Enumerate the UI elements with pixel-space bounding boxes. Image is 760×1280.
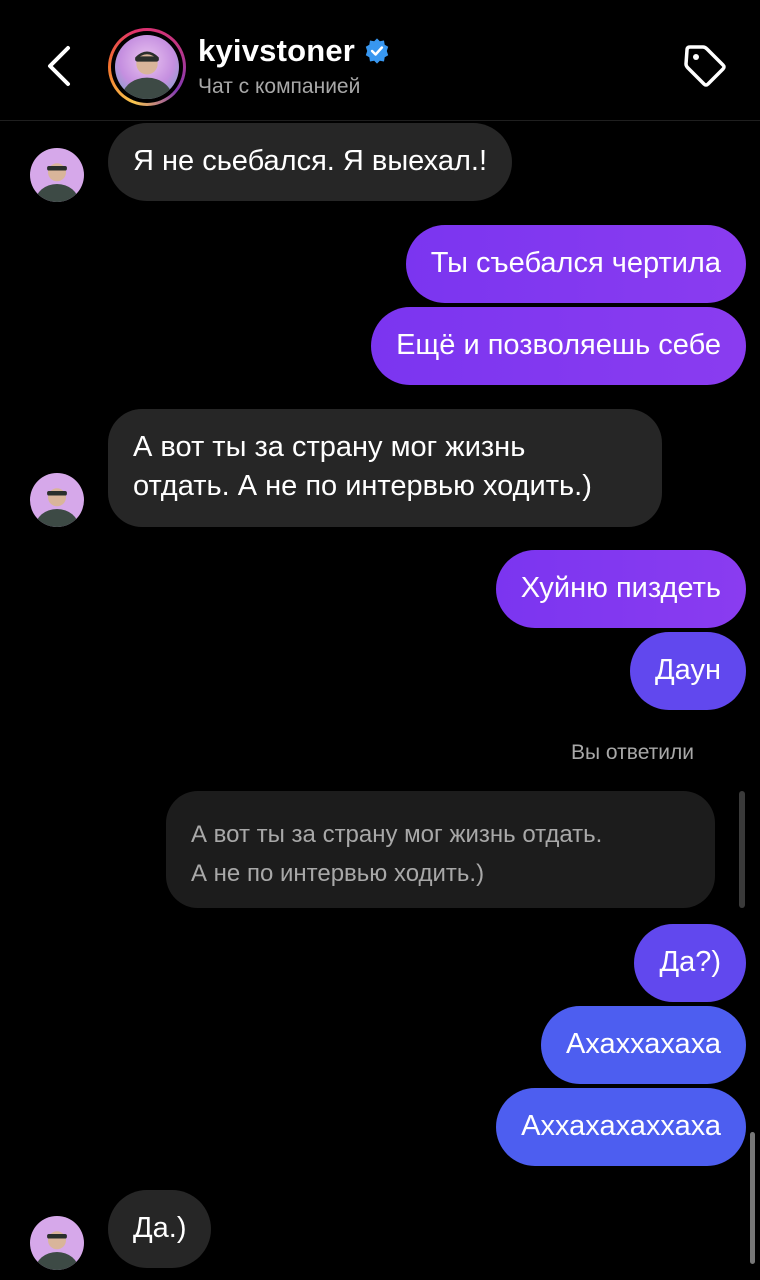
quote-indicator-bar <box>739 791 745 908</box>
message-text: Да?) <box>659 946 721 978</box>
message-text-line: А вот ты за страну мог жизнь <box>133 431 526 463</box>
message-text: Я не сьебался. Я выехал.! <box>133 145 488 177</box>
message-text: Хуйню пиздеть <box>520 572 721 604</box>
chat-title-block[interactable]: kyivstoner Чат с компанией <box>198 31 391 99</box>
chevron-left-icon <box>48 46 70 86</box>
reply-label: Вы ответили <box>571 741 695 764</box>
message-bubble-incoming[interactable]: Да.) <box>108 1190 212 1268</box>
message-bubble-outgoing[interactable]: Ты съебался чертила <box>405 225 746 303</box>
message-text: Даун <box>655 654 721 686</box>
chat-username: kyivstoner <box>198 33 356 68</box>
message-text: Да.) <box>133 1212 187 1244</box>
message-text: Ты съебался чертила <box>430 247 721 279</box>
quote-line: А вот ты за страну мог жизнь отдать. <box>191 821 603 848</box>
message-bubble-incoming[interactable]: А вот ты за страну мог жизнь отдать. А н… <box>108 409 662 527</box>
message-bubble-outgoing[interactable]: Да?) <box>634 924 746 1002</box>
message-text: Аххахахаххаха <box>521 1110 721 1142</box>
sender-avatar[interactable] <box>30 473 84 527</box>
message-bubble-incoming[interactable]: Я не сьебался. Я выехал.! <box>108 123 513 201</box>
chat-screen: kyivstoner Чат с компанией Я не сьебался… <box>0 0 760 1280</box>
sender-avatar[interactable] <box>30 1216 84 1270</box>
chat-subtitle: Чат с компанией <box>198 75 361 98</box>
header-avatar[interactable] <box>108 28 186 106</box>
tag-button[interactable] <box>681 42 729 90</box>
sender-avatar[interactable] <box>30 148 84 202</box>
chat-header: kyivstoner Чат с компанией <box>0 0 760 121</box>
message-bubble-outgoing[interactable]: Хуйню пиздеть <box>495 550 746 628</box>
back-button[interactable] <box>40 42 80 90</box>
quoted-message[interactable]: А вот ты за страну мог жизнь отдать. А н… <box>166 791 715 908</box>
quote-line: А не по интервью ходить.) <box>191 860 485 887</box>
message-bubble-outgoing[interactable]: Ахаххахаха <box>540 1006 746 1084</box>
verified-badge-icon <box>365 38 389 64</box>
message-bubble-outgoing[interactable]: Ещё и позволяешь себе <box>371 307 746 385</box>
message-text: Ещё и позволяешь себе <box>396 329 721 361</box>
message-bubble-outgoing[interactable]: Даун <box>630 632 746 710</box>
scrollbar[interactable] <box>750 1132 755 1264</box>
message-bubble-outgoing[interactable]: Аххахахаххаха <box>496 1088 746 1166</box>
tag-icon <box>684 45 726 87</box>
message-text: Ахаххахаха <box>565 1028 721 1060</box>
message-text-line: отдать. А не по интервью ходить.) <box>133 470 592 502</box>
